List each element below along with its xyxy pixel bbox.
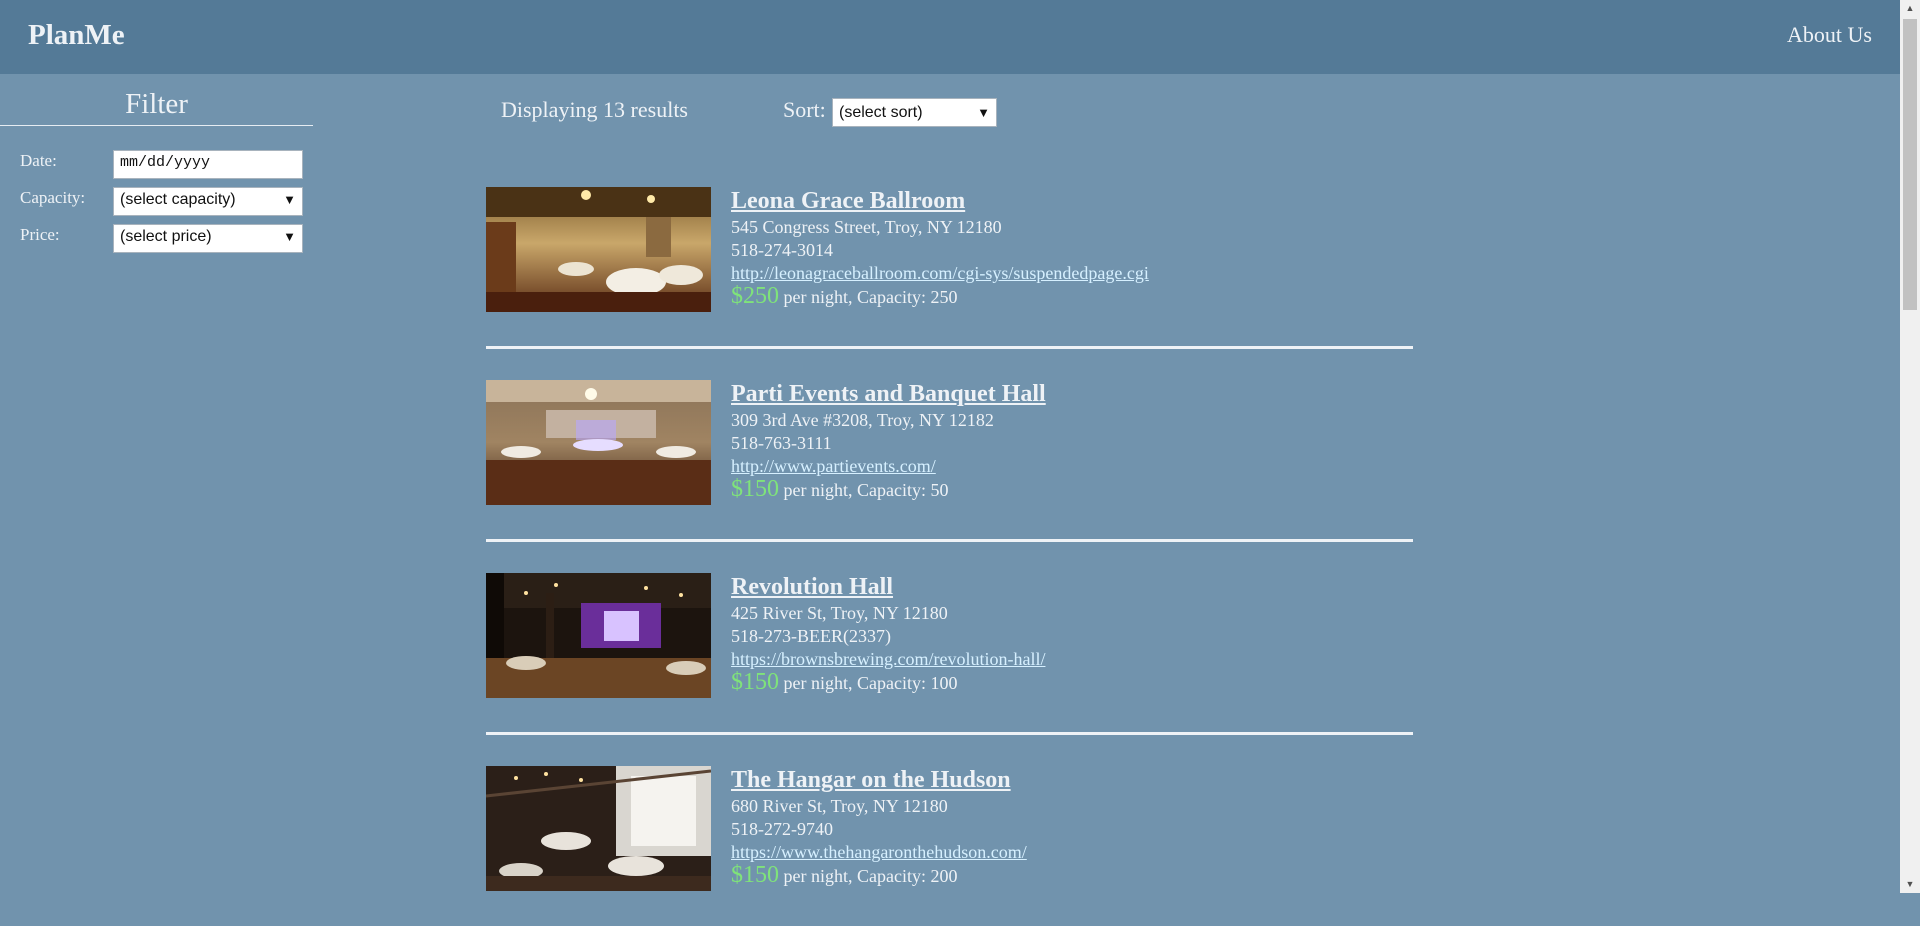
brand-logo[interactable]: PlanMe	[28, 19, 125, 52]
venue-website-link[interactable]: https://www.thehangaronthehudson.com/	[731, 841, 1411, 864]
filter-panel: Filter Date: mm/dd/yyyy Capacity: (selec…	[0, 74, 313, 261]
chevron-down-icon: ▼	[283, 192, 296, 207]
scroll-up-arrow-icon[interactable]: ▲	[1900, 0, 1920, 17]
venue-price: $150	[731, 669, 779, 695]
venue-address: 545 Congress Street, Troy, NY 12180	[731, 217, 1002, 237]
venue-info: Leona Grace Ballroom 545 Congress Street…	[731, 187, 1411, 309]
venue-price-line: $150 per night, Capacity: 50	[731, 476, 1411, 502]
venue-address: 309 3rd Ave #3208, Troy, NY 12182	[731, 410, 994, 430]
sort-label: Sort:	[783, 97, 826, 122]
chevron-down-icon: ▼	[283, 229, 296, 244]
sort-select-value: (select sort)	[839, 104, 923, 121]
venue-price-line: $150 per night, Capacity: 100	[731, 669, 1411, 695]
venue-phone: 518-274-3014	[731, 240, 833, 260]
venue-price: $250	[731, 283, 779, 309]
venue-price-details: per night, Capacity: 100	[783, 673, 958, 693]
results-count: Displaying 13 results	[501, 97, 688, 122]
venue-price-line: $250 per night, Capacity: 250	[731, 283, 1411, 309]
venue-price-details: per night, Capacity: 50	[783, 480, 949, 500]
price-select-value: (select price)	[120, 228, 212, 245]
sort-select[interactable]: (select sort) ▼	[832, 98, 997, 127]
venue-name-link[interactable]: Revolution Hall	[731, 573, 1411, 602]
capacity-select[interactable]: (select capacity) ▼	[113, 187, 303, 216]
listing-divider	[486, 732, 1413, 735]
venue-website-link[interactable]: http://www.partievents.com/	[731, 455, 1411, 478]
price-filter-row: Price: (select price) ▼	[0, 224, 313, 261]
venue-photo[interactable]	[486, 766, 711, 891]
top-navbar: PlanMe About Us	[0, 0, 1900, 74]
venue-photo[interactable]	[486, 380, 711, 505]
venue-price-line: $150 per night, Capacity: 200	[731, 862, 1411, 888]
filter-spacer	[0, 126, 313, 150]
venue-address: 425 River St, Troy, NY 12180	[731, 603, 948, 623]
date-input[interactable]: mm/dd/yyyy	[113, 150, 303, 179]
venue-info: Revolution Hall 425 River St, Troy, NY 1…	[731, 573, 1411, 695]
venue-name-link[interactable]: Parti Events and Banquet Hall	[731, 380, 1411, 409]
venue-name-link[interactable]: Leona Grace Ballroom	[731, 187, 1411, 216]
date-label: Date:	[20, 151, 57, 170]
venue-phone: 518-763-3111	[731, 433, 832, 453]
about-us-link[interactable]: About Us	[1787, 22, 1872, 48]
date-filter-row: Date: mm/dd/yyyy	[0, 150, 313, 187]
listing-divider	[486, 346, 1413, 349]
venue-phone: 518-272-9740	[731, 819, 833, 839]
venue-website-link[interactable]: http://leonagraceballroom.com/cgi-sys/su…	[731, 262, 1411, 285]
venue-website-link[interactable]: https://brownsbrewing.com/revolution-hal…	[731, 648, 1411, 671]
venue-name-link[interactable]: The Hangar on the Hudson	[731, 766, 1411, 795]
venue-info: Parti Events and Banquet Hall 309 3rd Av…	[731, 380, 1411, 502]
filter-title: Filter	[0, 74, 313, 126]
capacity-filter-row: Capacity: (select capacity) ▼	[0, 187, 313, 224]
venue-photo[interactable]	[486, 573, 711, 698]
scrollbar-thumb[interactable]	[1903, 19, 1917, 310]
venue-address: 680 River St, Troy, NY 12180	[731, 796, 948, 816]
scroll-down-arrow-icon[interactable]: ▼	[1900, 876, 1920, 893]
venue-photo[interactable]	[486, 187, 711, 312]
price-select[interactable]: (select price) ▼	[113, 224, 303, 253]
capacity-select-value: (select capacity)	[120, 191, 236, 208]
venue-info: The Hangar on the Hudson 680 River St, T…	[731, 766, 1411, 888]
venue-listing: The Hangar on the Hudson 680 River St, T…	[486, 766, 1413, 926]
price-label: Price:	[20, 225, 60, 244]
venue-price: $150	[731, 862, 779, 888]
capacity-label: Capacity:	[20, 188, 86, 207]
page-scrollbar[interactable]: ▲ ▼	[1900, 0, 1920, 893]
venue-price: $150	[731, 476, 779, 502]
venue-listing: Revolution Hall 425 River St, Troy, NY 1…	[486, 573, 1413, 735]
chevron-down-icon: ▼	[977, 105, 990, 120]
venue-price-details: per night, Capacity: 200	[783, 866, 958, 886]
venue-phone: 518-273-BEER(2337)	[731, 626, 891, 646]
venue-listing: Parti Events and Banquet Hall 309 3rd Av…	[486, 380, 1413, 542]
venue-listing: Leona Grace Ballroom 545 Congress Street…	[486, 187, 1413, 349]
venue-price-details: per night, Capacity: 250	[783, 287, 958, 307]
listing-divider	[486, 539, 1413, 542]
